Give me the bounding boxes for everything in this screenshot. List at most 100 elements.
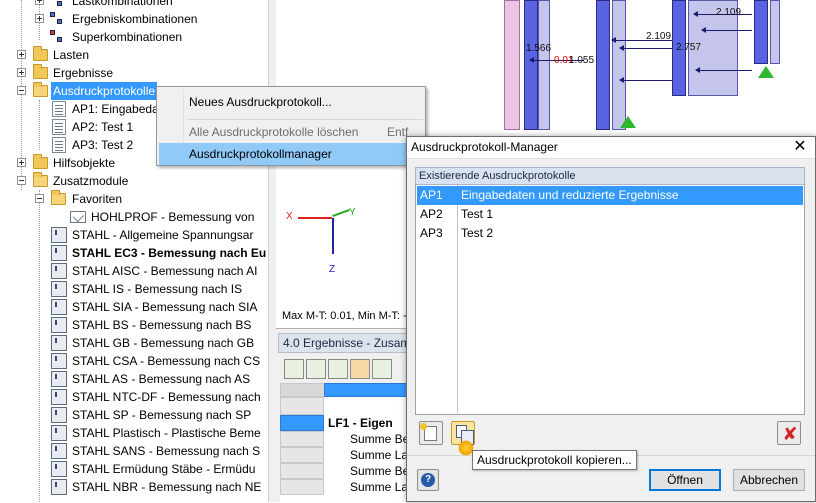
report-list-section: Existierende Ausdruckprotokolle AP1 Eing…: [415, 167, 805, 443]
tree-item-ergebnisse[interactable]: Ergebnisse: [0, 64, 268, 82]
folder-icon: [33, 46, 48, 61]
support-icon: [620, 116, 636, 128]
menu-item-new-report[interactable]: Neues Ausdruckprotokoll...: [159, 91, 423, 113]
tree-item-label: STAHL Plastisch - Plastische Beme: [72, 426, 261, 440]
tree-item-label: Lasten: [53, 48, 90, 62]
tree-item-module[interactable]: STAHL BS - Bemessung nach BS: [0, 316, 268, 334]
toolbar-button[interactable]: [284, 359, 304, 379]
expand-icon[interactable]: [17, 68, 26, 77]
help-button[interactable]: ?: [417, 469, 439, 491]
row-header[interactable]: [280, 447, 324, 463]
module-icon: [51, 461, 67, 477]
tree-item-module[interactable]: STAHL SIA - Bemessung nach SIA: [0, 298, 268, 316]
copy-icon: [456, 425, 474, 445]
module-icon: [51, 227, 67, 243]
table-header-selected[interactable]: [324, 383, 412, 397]
menu-item-label: Alle Ausdruckprotokolle löschen: [189, 125, 359, 139]
panel-splitter[interactable]: [268, 0, 276, 502]
tree-item-module[interactable]: STAHL EC3 - Bemessung nach Eu: [0, 244, 268, 262]
tree-item-ergebniskombinationen[interactable]: Ergebniskombinationen: [0, 10, 268, 28]
tree-item-label: STAHL AS - Bemessung nach AS: [72, 372, 251, 386]
tree-item-label: Ergebnisse: [53, 66, 114, 80]
load-arrow: [619, 77, 672, 83]
toolbar-button[interactable]: [350, 359, 370, 379]
expand-icon[interactable]: [35, 14, 44, 23]
cancel-button[interactable]: Abbrechen: [733, 469, 805, 491]
module-icon: [51, 299, 67, 315]
tree-item-label: STAHL SANS - Bemessung nach S: [72, 444, 261, 458]
row-header[interactable]: [280, 431, 324, 447]
report-description: Test 2: [461, 226, 494, 240]
y-axis-line: [332, 208, 350, 218]
tree-item-lasten[interactable]: Lasten: [0, 46, 268, 64]
tree-item-module[interactable]: STAHL NTC-DF - Bemessung nach: [0, 388, 268, 406]
toolbar-button[interactable]: [372, 359, 392, 379]
collapse-icon[interactable]: [17, 176, 26, 185]
close-icon[interactable]: ✕: [791, 139, 809, 157]
tree-item-module[interactable]: STAHL AISC - Bemessung nach AI: [0, 262, 268, 280]
row-header[interactable]: [280, 479, 324, 495]
tree-item-module[interactable]: STAHL Ermüdung Stäbe - Ermüdu: [0, 460, 268, 478]
module-icon: [51, 353, 67, 369]
dialog-titlebar[interactable]: Ausdruckprotokoll-Manager ✕: [407, 137, 815, 159]
load-value: 2.109: [646, 31, 672, 42]
toolbar-button[interactable]: [328, 359, 348, 379]
tree-item-lastkombinationen[interactable]: Lastkombinationen: [0, 0, 268, 10]
module-icon: [51, 335, 67, 351]
new-report-button[interactable]: [419, 421, 443, 445]
tree-item-favoriten[interactable]: Favoriten: [0, 190, 268, 208]
tree-item-label: STAHL NBR - Bemessung nach NE: [72, 480, 262, 494]
delete-report-button[interactable]: ✘: [777, 421, 801, 445]
dialog-title: Ausdruckprotokoll-Manager: [411, 140, 558, 154]
tree-item-module[interactable]: STAHL Plastisch - Plastische Beme: [0, 424, 268, 442]
tree-item-module[interactable]: STAHL SANS - Bemessung nach S: [0, 442, 268, 460]
report-list[interactable]: AP1 Eingabedaten und reduzierte Ergebnis…: [415, 185, 805, 415]
document-icon: [52, 119, 66, 135]
expand-icon[interactable]: [17, 50, 26, 59]
folder-open-icon: [33, 172, 48, 187]
toolbar-button[interactable]: [306, 359, 326, 379]
collapse-icon[interactable]: [35, 194, 44, 203]
tree-item-label: AP1: Eingabedat: [72, 102, 163, 116]
row-header-selected[interactable]: [280, 415, 324, 431]
expand-icon[interactable]: [17, 158, 26, 167]
results-table[interactable]: LF1 - Eigen Summe Bela Summe Lag Summe B…: [280, 383, 419, 503]
navigator-tree[interactable]: Lastkombinationen Ergebniskombinationen …: [0, 0, 268, 502]
z-axis-line: [332, 218, 334, 254]
list-row-ap1[interactable]: AP1 Eingabedaten und reduzierte Ergebnis…: [417, 186, 803, 205]
load-arrow: [619, 45, 672, 51]
tree-item-zusatzmodule[interactable]: Zusatzmodule: [0, 172, 268, 190]
tree-item-superkombinationen[interactable]: Superkombinationen: [0, 28, 268, 46]
tree-item-label: Hilfsobjekte: [53, 156, 116, 170]
tree-item-module[interactable]: STAHL CSA - Bemessung nach CS: [0, 352, 268, 370]
member: [770, 0, 780, 64]
status-text: Max M-T: 0.01, Min M-T: -0: [282, 310, 413, 322]
menu-item-delete-all[interactable]: Alle Ausdruckprotokolle löschen Entf: [159, 121, 423, 143]
z-axis-label: Z: [329, 264, 336, 275]
menu-item-report-manager[interactable]: Ausdruckprotokollmanager: [159, 143, 423, 165]
module-icon: [51, 407, 67, 423]
tree-item-label: Favoriten: [72, 192, 123, 206]
menu-item-label: Ausdruckprotokollmanager: [189, 147, 332, 161]
list-row-ap3[interactable]: AP3 Test 2: [417, 224, 803, 243]
tree-item-hohlprof[interactable]: HOHLPROF - Bemessung von: [0, 208, 268, 226]
tree-item-module[interactable]: STAHL AS - Bemessung nach AS: [0, 370, 268, 388]
load-value: 1.055: [569, 55, 595, 66]
member: [754, 0, 768, 64]
tree-item-label: Ergebniskombinationen: [72, 12, 198, 26]
expand-icon[interactable]: [35, 0, 44, 5]
tree-item-module[interactable]: STAHL NBR - Bemessung nach NE: [0, 478, 268, 496]
tree-item-module[interactable]: STAHL SP - Bemessung nach SP: [0, 406, 268, 424]
list-row-ap2[interactable]: AP2 Test 1: [417, 205, 803, 224]
combo-icon: [50, 30, 64, 44]
tree-item-module[interactable]: STAHL GB - Bemessung nach GB: [0, 334, 268, 352]
open-button[interactable]: Öffnen: [649, 469, 721, 491]
collapse-icon[interactable]: [17, 86, 26, 95]
tree-item-module[interactable]: STAHL IS - Bemessung nach IS: [0, 280, 268, 298]
table-cell: Summe Lag: [350, 448, 415, 462]
row-header[interactable]: [280, 463, 324, 479]
context-menu[interactable]: Neues Ausdruckprotokoll... Alle Ausdruck…: [156, 86, 426, 166]
load-arrow: [695, 67, 752, 73]
tree-item-module[interactable]: STAHL - Allgemeine Spannungsar: [0, 226, 268, 244]
row-header[interactable]: [280, 397, 324, 415]
